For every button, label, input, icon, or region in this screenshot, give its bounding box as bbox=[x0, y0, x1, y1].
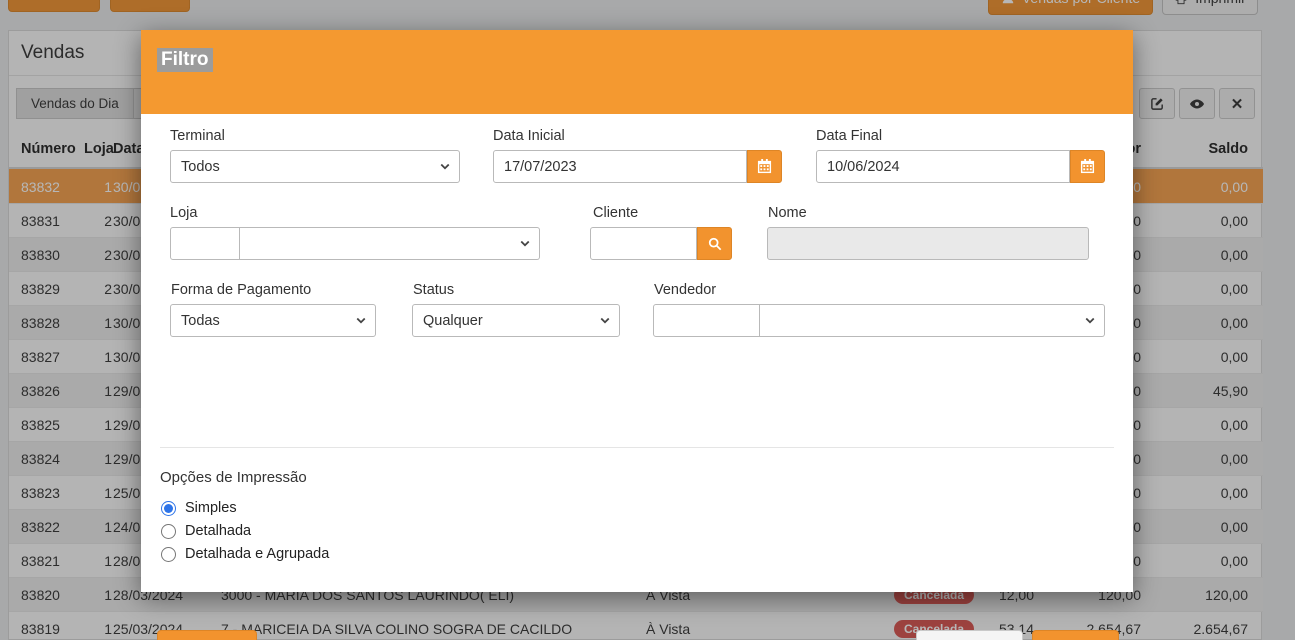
chevron-down-icon bbox=[599, 314, 611, 330]
radio-input[interactable] bbox=[161, 524, 176, 539]
vendedor-label: Vendedor bbox=[654, 282, 716, 298]
modal-header: Filtro bbox=[141, 30, 1133, 114]
nome-input bbox=[767, 227, 1089, 260]
data-final-input[interactable] bbox=[816, 150, 1070, 183]
status-value: Qualquer bbox=[423, 313, 483, 329]
imprimir-button[interactable]: Imprimir bbox=[157, 630, 257, 640]
print-options-group: Simples Detalhada Detalhada e Agrupada bbox=[161, 500, 329, 562]
modal-title: Filtro bbox=[157, 48, 213, 72]
cancelar-button[interactable]: Cancelar bbox=[916, 630, 1023, 640]
chevron-down-icon bbox=[355, 314, 367, 330]
data-final-calendar-button[interactable] bbox=[1070, 150, 1105, 183]
vendedor-code-input[interactable] bbox=[653, 304, 760, 337]
radio-input[interactable] bbox=[161, 501, 176, 516]
cliente-search-button[interactable] bbox=[697, 227, 732, 260]
forma-pagamento-value: Todas bbox=[181, 313, 220, 329]
forma-pagamento-select[interactable]: Todas bbox=[170, 304, 376, 337]
filtro-modal: Filtro Terminal Todos Data Inicial Data … bbox=[141, 30, 1133, 592]
terminal-label: Terminal bbox=[170, 128, 225, 144]
terminal-select[interactable]: Todos bbox=[170, 150, 460, 183]
radio-label: Detalhada bbox=[185, 523, 251, 539]
loja-label: Loja bbox=[170, 205, 197, 221]
data-final-label: Data Final bbox=[816, 128, 882, 144]
radio-option-detalhada-e-agrupada[interactable]: Detalhada e Agrupada bbox=[161, 546, 329, 562]
loja-select[interactable] bbox=[240, 227, 540, 260]
radio-option-detalhada[interactable]: Detalhada bbox=[161, 523, 329, 539]
search-icon bbox=[708, 237, 722, 251]
nome-label: Nome bbox=[768, 205, 807, 221]
status-label: Status bbox=[413, 282, 454, 298]
loja-code-input[interactable] bbox=[170, 227, 240, 260]
radio-input[interactable] bbox=[161, 547, 176, 562]
chevron-down-icon bbox=[1084, 314, 1096, 330]
cliente-label: Cliente bbox=[593, 205, 638, 221]
radio-option-simples[interactable]: Simples bbox=[161, 500, 329, 516]
calendar-icon bbox=[1080, 159, 1095, 174]
cliente-input[interactable] bbox=[590, 227, 697, 260]
data-inicial-input[interactable] bbox=[493, 150, 747, 183]
chevron-down-icon bbox=[519, 237, 531, 253]
modal-body: Terminal Todos Data Inicial Data Final bbox=[141, 114, 1133, 592]
data-inicial-label: Data Inicial bbox=[493, 128, 565, 144]
filtrar-button[interactable]: Filtrar bbox=[1032, 630, 1119, 640]
forma-pagamento-label: Forma de Pagamento bbox=[171, 282, 311, 298]
data-inicial-calendar-button[interactable] bbox=[747, 150, 782, 183]
status-select[interactable]: Qualquer bbox=[412, 304, 620, 337]
radio-label: Simples bbox=[185, 500, 237, 516]
vendedor-select[interactable] bbox=[760, 304, 1105, 337]
chevron-down-icon bbox=[439, 160, 451, 176]
radio-label: Detalhada e Agrupada bbox=[185, 546, 329, 562]
divider bbox=[160, 447, 1114, 448]
terminal-value: Todos bbox=[181, 159, 220, 175]
opcoes-impressao-label: Opções de Impressão bbox=[160, 469, 307, 486]
calendar-icon bbox=[757, 159, 772, 174]
